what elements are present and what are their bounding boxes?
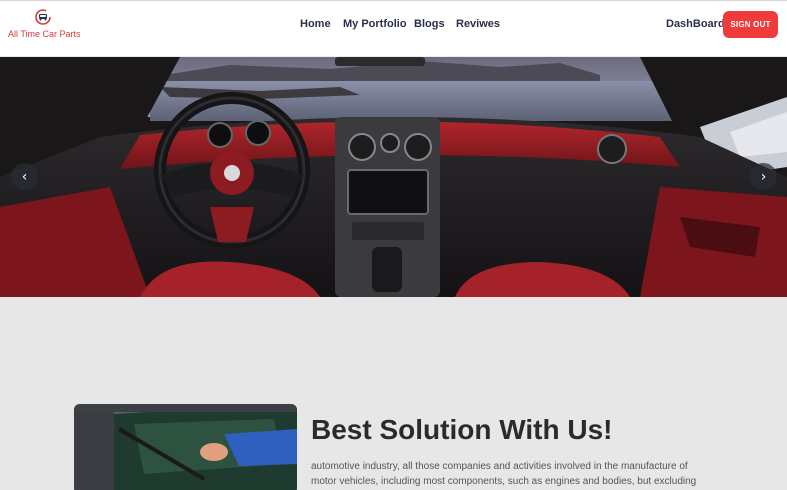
nav-dashboard[interactable]: DashBoard [666,18,725,30]
solution-heading: Best Solution With Us! [311,414,613,445]
navbar: All Time Car Parts Home My Portfolio Blo… [0,0,787,57]
chevron-left-icon: ‹ [21,168,28,185]
brand-logo[interactable]: All Time Car Parts [8,8,81,48]
mechanic-photo [74,404,297,490]
hero-carousel: ‹ › [0,57,787,297]
brand-name: All Time Car Parts [8,29,81,39]
nav-portfolio[interactable]: My Portfolio [343,18,407,30]
carousel-prev-button[interactable]: ‹ [11,163,38,190]
nav-reviews[interactable]: Reviwes [456,18,500,30]
car-badge-icon [35,9,51,25]
chevron-right-icon: › [760,168,767,185]
hero-image [0,57,787,297]
sign-out-button[interactable]: SIGN OUT [723,11,778,38]
nav-blogs[interactable]: Blogs [414,18,445,30]
solution-image [74,404,297,490]
solution-description: automotive industry, all those companies… [311,461,697,487]
nav-home[interactable]: Home [300,18,331,30]
carousel-next-button[interactable]: › [750,163,777,190]
